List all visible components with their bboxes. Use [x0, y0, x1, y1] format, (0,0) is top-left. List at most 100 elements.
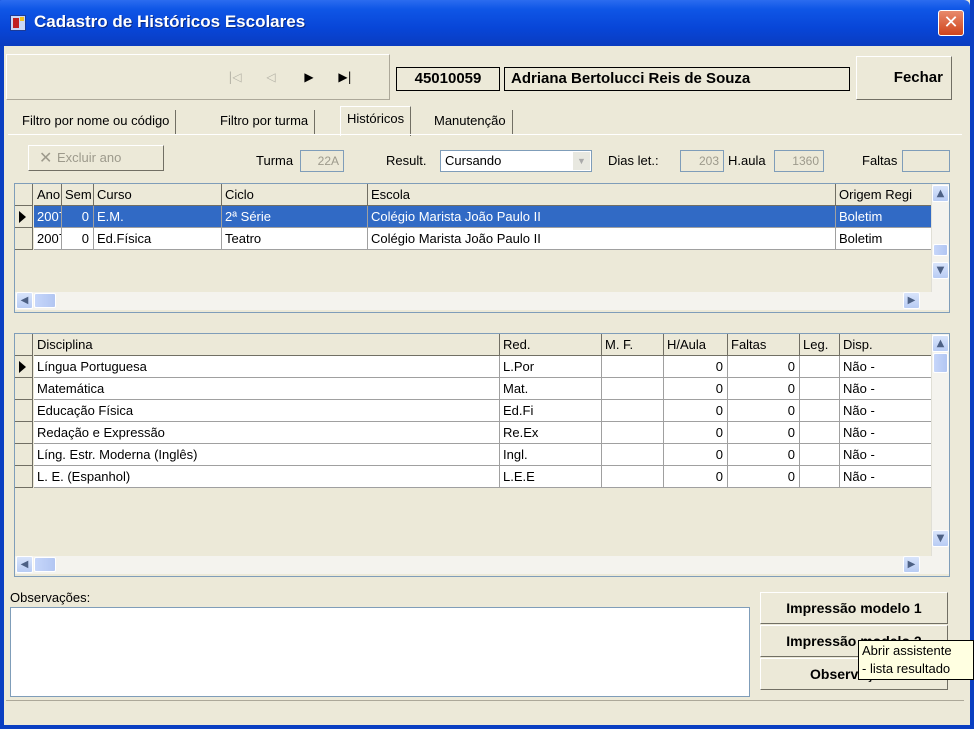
dias-letivos-field[interactable]: 203	[680, 150, 724, 172]
scroll-thumb[interactable]	[933, 244, 948, 256]
close-window-button[interactable]: ✕	[938, 10, 964, 36]
scroll-up-icon[interactable]: ▲	[932, 185, 949, 202]
cell-haula[interactable]: 0	[664, 444, 728, 466]
tab-historicos[interactable]: Históricos	[340, 106, 412, 136]
cell-haula[interactable]: 0	[664, 466, 728, 488]
cell-ano[interactable]: 2007	[34, 206, 62, 228]
impressao-modelo-1-button[interactable]: Impressão modelo 1	[760, 592, 948, 624]
cell-faltas[interactable]: 0	[728, 356, 800, 378]
cell-leg[interactable]	[800, 422, 840, 444]
cell-mf[interactable]	[602, 400, 664, 422]
fechar-button[interactable]: Fechar	[856, 56, 952, 100]
cell-red[interactable]: Ingl.	[500, 444, 602, 466]
tab-filtro-nome[interactable]: Filtro por nome ou código	[16, 110, 177, 134]
col-header-origem[interactable]: Origem Regi	[836, 184, 932, 206]
cell-red[interactable]: L.Por	[500, 356, 602, 378]
col-header-mf[interactable]: M. F.	[602, 334, 664, 356]
chevron-down-icon[interactable]: ▼	[573, 152, 590, 170]
col-header-faltas[interactable]: Faltas	[728, 334, 800, 356]
col-header-ciclo[interactable]: Ciclo	[222, 184, 368, 206]
cell-faltas[interactable]: 0	[728, 378, 800, 400]
scroll-up-icon[interactable]: ▲	[932, 335, 949, 352]
scroll-left-icon[interactable]: ◀	[16, 556, 33, 573]
cell-red[interactable]: L.E.E	[500, 466, 602, 488]
scroll-right-icon[interactable]: ▶	[903, 556, 920, 573]
cell-curso[interactable]: Ed.Física	[94, 228, 222, 250]
cell-mf[interactable]	[602, 422, 664, 444]
cell-disp[interactable]: Não -	[840, 400, 932, 422]
result-select[interactable]: Cursando ▼	[440, 150, 592, 172]
years-horizontal-scrollbar[interactable]: ◀ ▶	[15, 292, 949, 310]
tab-filtro-turma[interactable]: Filtro por turma	[214, 110, 316, 134]
cell-origem[interactable]: Boletim	[836, 228, 932, 250]
col-header-disp[interactable]: Disp.	[840, 334, 932, 356]
cell-curso[interactable]: E.M.	[94, 206, 222, 228]
scroll-right-icon[interactable]: ▶	[903, 292, 920, 309]
cell-ciclo[interactable]: Teatro	[222, 228, 368, 250]
cell-sem[interactable]: 0	[62, 206, 94, 228]
subjects-vertical-scrollbar[interactable]: ▲ ▼	[931, 334, 949, 556]
cell-disciplina[interactable]: Líng. Estr. Moderna (Inglês)	[34, 444, 500, 466]
turma-field[interactable]: 22A	[300, 150, 344, 172]
cell-mf[interactable]	[602, 356, 664, 378]
cell-ciclo[interactable]: 2ª Série	[222, 206, 368, 228]
col-header-escola[interactable]: Escola	[368, 184, 836, 206]
cell-escola[interactable]: Colégio Marista João Paulo II	[368, 206, 836, 228]
cell-disciplina[interactable]: L. E. (Espanhol)	[34, 466, 500, 488]
cell-disciplina[interactable]: Educação Física	[34, 400, 500, 422]
col-header-leg[interactable]: Leg.	[800, 334, 840, 356]
col-header-ano[interactable]: Ano	[34, 184, 62, 206]
scroll-down-icon[interactable]: ▼	[932, 530, 949, 547]
cell-leg[interactable]	[800, 356, 840, 378]
excluir-ano-button[interactable]: ✕ Excluir ano	[28, 145, 164, 171]
prev-record-icon[interactable]: ◁	[262, 69, 280, 85]
cell-red[interactable]: Ed.Fi	[500, 400, 602, 422]
col-header-curso[interactable]: Curso	[94, 184, 222, 206]
cell-leg[interactable]	[800, 378, 840, 400]
col-header-red[interactable]: Red.	[500, 334, 602, 356]
cell-mf[interactable]	[602, 378, 664, 400]
cell-disp[interactable]: Não -	[840, 466, 932, 488]
scroll-thumb[interactable]	[933, 353, 948, 373]
cell-disp[interactable]: Não -	[840, 422, 932, 444]
cell-mf[interactable]	[602, 444, 664, 466]
last-record-icon[interactable]: ▶|	[334, 69, 356, 85]
col-header-sem[interactable]: Sem	[62, 184, 94, 206]
cell-haula[interactable]: 0	[664, 400, 728, 422]
cell-faltas[interactable]: 0	[728, 466, 800, 488]
cell-haula[interactable]: 0	[664, 422, 728, 444]
tab-manutencao[interactable]: Manutenção	[428, 110, 513, 134]
cell-leg[interactable]	[800, 400, 840, 422]
scroll-down-icon[interactable]: ▼	[932, 262, 949, 279]
cell-faltas[interactable]: 0	[728, 400, 800, 422]
cell-sem[interactable]: 0	[62, 228, 94, 250]
next-record-icon[interactable]: ▶	[300, 69, 318, 85]
col-header-haula[interactable]: H/Aula	[664, 334, 728, 356]
scroll-left-icon[interactable]: ◀	[16, 292, 33, 309]
cell-ano[interactable]: 2007	[34, 228, 62, 250]
horas-aula-field[interactable]: 1360	[774, 150, 824, 172]
cell-disciplina[interactable]: Redação e Expressão	[34, 422, 500, 444]
scroll-thumb[interactable]	[34, 557, 56, 572]
cell-faltas[interactable]: 0	[728, 422, 800, 444]
cell-disciplina[interactable]: Língua Portuguesa	[34, 356, 500, 378]
cell-red[interactable]: Mat.	[500, 378, 602, 400]
first-record-icon[interactable]: |◁	[226, 69, 244, 85]
faltas-field[interactable]	[902, 150, 950, 172]
cell-faltas[interactable]: 0	[728, 444, 800, 466]
scroll-thumb[interactable]	[34, 293, 56, 308]
title-bar[interactable]: Cadastro de Históricos Escolares ✕	[0, 0, 970, 46]
cell-escola[interactable]: Colégio Marista João Paulo II	[368, 228, 836, 250]
observacoes-textarea[interactable]	[10, 607, 750, 697]
cell-red[interactable]: Re.Ex	[500, 422, 602, 444]
cell-leg[interactable]	[800, 466, 840, 488]
years-vertical-scrollbar[interactable]: ▲ ▼	[931, 184, 949, 292]
cell-origem[interactable]: Boletim	[836, 206, 932, 228]
cell-disp[interactable]: Não -	[840, 356, 932, 378]
cell-haula[interactable]: 0	[664, 356, 728, 378]
cell-leg[interactable]	[800, 444, 840, 466]
cell-disp[interactable]: Não -	[840, 378, 932, 400]
subjects-horizontal-scrollbar[interactable]: ◀ ▶	[15, 556, 949, 574]
cell-mf[interactable]	[602, 466, 664, 488]
cell-disp[interactable]: Não -	[840, 444, 932, 466]
